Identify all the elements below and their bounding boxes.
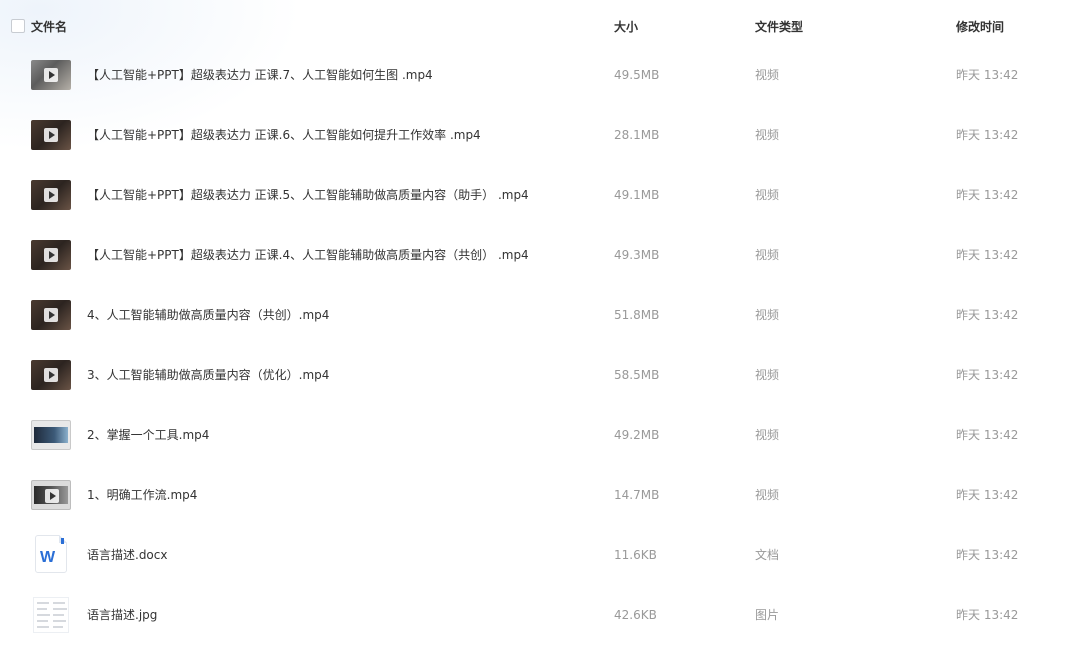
file-type: 视频: [755, 128, 780, 142]
video-thumbnail-icon: [31, 360, 71, 390]
play-icon: [44, 308, 58, 322]
file-modified-time: 昨天 13:42: [956, 308, 1019, 322]
play-icon: [44, 248, 58, 262]
play-icon: [44, 188, 58, 202]
file-list: 文件名 大小 文件类型 修改时间 【人工智能+PPT】超级表达力 正课.7、人工…: [0, 0, 1070, 652]
table-row[interactable]: W 语言描述.docx 11.6KB 文档 昨天 13:42: [0, 525, 1070, 585]
table-row[interactable]: 【人工智能+PPT】超级表达力 正课.6、人工智能如何提升工作效率 .mp4 2…: [0, 105, 1070, 165]
file-modified-time: 昨天 13:42: [956, 128, 1019, 142]
table-row[interactable]: 【人工智能+PPT】超级表达力 正课.4、人工智能辅助做高质量内容（共创） .m…: [0, 225, 1070, 285]
file-name[interactable]: 4、人工智能辅助做高质量内容（共创）.mp4: [87, 307, 329, 323]
file-name[interactable]: 语言描述.jpg: [87, 607, 157, 623]
file-size: 49.2MB: [614, 428, 660, 442]
file-rows: 【人工智能+PPT】超级表达力 正课.7、人工智能如何生图 .mp4 49.5M…: [0, 45, 1070, 645]
file-modified-time: 昨天 13:42: [956, 68, 1019, 82]
file-modified-time: 昨天 13:42: [956, 488, 1019, 502]
file-modified-time: 昨天 13:42: [956, 188, 1019, 202]
file-name[interactable]: 1、明确工作流.mp4: [87, 487, 197, 503]
video-thumbnail-icon: [31, 480, 71, 510]
file-type: 视频: [755, 308, 780, 322]
file-type: 视频: [755, 248, 780, 262]
file-size: 49.3MB: [614, 248, 660, 262]
column-header-name[interactable]: 文件名: [31, 19, 67, 35]
column-header-size[interactable]: 大小: [614, 19, 638, 35]
file-size: 14.7MB: [614, 488, 660, 502]
file-size: 49.5MB: [614, 68, 660, 82]
table-row[interactable]: 4、人工智能辅助做高质量内容（共创）.mp4 51.8MB 视频 昨天 13:4…: [0, 285, 1070, 345]
file-name[interactable]: 3、人工智能辅助做高质量内容（优化）.mp4: [87, 367, 329, 383]
video-thumbnail-icon: [31, 120, 71, 150]
table-row[interactable]: 【人工智能+PPT】超级表达力 正课.5、人工智能辅助做高质量内容（助手） .m…: [0, 165, 1070, 225]
word-document-icon: W: [35, 535, 67, 573]
video-thumbnail-icon: [31, 300, 71, 330]
table-row[interactable]: 3、人工智能辅助做高质量内容（优化）.mp4 58.5MB 视频 昨天 13:4…: [0, 345, 1070, 405]
file-name[interactable]: 【人工智能+PPT】超级表达力 正课.5、人工智能辅助做高质量内容（助手） .m…: [87, 187, 529, 203]
table-row[interactable]: 语言描述.jpg 42.6KB 图片 昨天 13:42: [0, 585, 1070, 645]
file-name[interactable]: 【人工智能+PPT】超级表达力 正课.4、人工智能辅助做高质量内容（共创） .m…: [87, 247, 529, 263]
file-modified-time: 昨天 13:42: [956, 548, 1019, 562]
file-name[interactable]: 2、掌握一个工具.mp4: [87, 427, 209, 443]
image-thumbnail-icon: [33, 597, 69, 633]
file-type: 视频: [755, 188, 780, 202]
file-name[interactable]: 语言描述.docx: [87, 547, 167, 563]
file-type: 文档: [755, 548, 780, 562]
play-icon: [44, 128, 58, 142]
table-row[interactable]: 【人工智能+PPT】超级表达力 正课.7、人工智能如何生图 .mp4 49.5M…: [0, 45, 1070, 105]
file-modified-time: 昨天 13:42: [956, 608, 1019, 622]
file-size: 49.1MB: [614, 188, 660, 202]
file-size: 28.1MB: [614, 128, 660, 142]
column-header-type[interactable]: 文件类型: [755, 19, 803, 35]
file-modified-time: 昨天 13:42: [956, 428, 1019, 442]
play-icon: [45, 489, 59, 503]
file-type: 视频: [755, 368, 780, 382]
file-name[interactable]: 【人工智能+PPT】超级表达力 正课.6、人工智能如何提升工作效率 .mp4: [87, 127, 481, 143]
video-thumbnail-icon: [31, 60, 71, 90]
file-type: 图片: [755, 608, 780, 622]
play-icon: [44, 368, 58, 382]
column-header-modified-time[interactable]: 修改时间: [956, 19, 1004, 35]
video-thumbnail-icon: [31, 240, 71, 270]
file-modified-time: 昨天 13:42: [956, 368, 1019, 382]
file-size: 51.8MB: [614, 308, 660, 322]
file-type: 视频: [755, 68, 780, 82]
table-row[interactable]: 1、明确工作流.mp4 14.7MB 视频 昨天 13:42: [0, 465, 1070, 525]
play-icon: [44, 68, 58, 82]
file-modified-time: 昨天 13:42: [956, 248, 1019, 262]
file-size: 11.6KB: [614, 548, 657, 562]
video-thumbnail-icon: [31, 420, 71, 450]
file-type: 视频: [755, 428, 780, 442]
file-size: 58.5MB: [614, 368, 660, 382]
video-thumbnail-icon: [31, 180, 71, 210]
select-all-checkbox[interactable]: [11, 19, 25, 33]
table-row[interactable]: 2、掌握一个工具.mp4 49.2MB 视频 昨天 13:42: [0, 405, 1070, 465]
file-type: 视频: [755, 488, 780, 502]
file-size: 42.6KB: [614, 608, 657, 622]
file-name[interactable]: 【人工智能+PPT】超级表达力 正课.7、人工智能如何生图 .mp4: [87, 67, 433, 83]
